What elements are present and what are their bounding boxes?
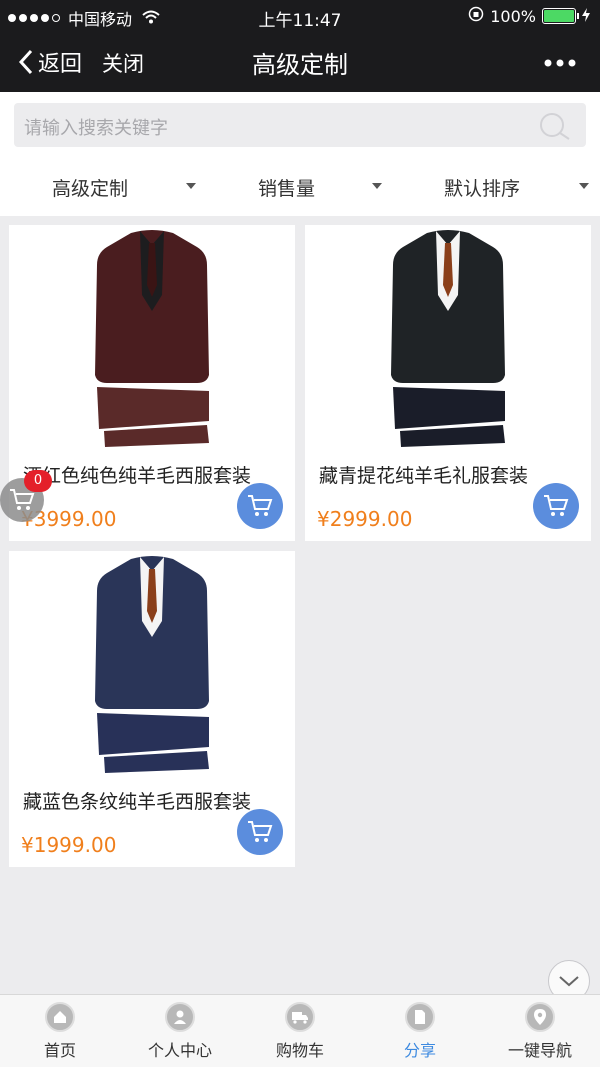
search-section: 请输入搜索关键字	[0, 92, 600, 154]
search-icon[interactable]	[538, 112, 572, 144]
filter-bar: 高级定制 销售量 默认排序	[0, 154, 600, 216]
location-pin-icon	[525, 1002, 555, 1032]
product-image	[391, 230, 505, 447]
tab-share[interactable]: 分享	[360, 995, 480, 1067]
battery-icon	[542, 8, 579, 24]
product-price: ¥2999.00	[317, 507, 413, 531]
charging-icon	[582, 7, 590, 26]
product-card[interactable]: 酒红色纯色纯羊毛西服套装 ¥3999.00	[9, 225, 295, 541]
tab-label: 一键导航	[507, 1041, 572, 1060]
chevron-down-icon	[372, 183, 382, 189]
product-name: 酒红色纯色纯羊毛西服套装	[23, 465, 252, 487]
product-price: ¥1999.00	[21, 833, 117, 857]
title-bar: 返回 关闭 高级定制	[0, 32, 600, 92]
cart-icon	[544, 495, 569, 516]
cart-icon	[248, 495, 273, 516]
filter-category-label: 高级定制	[52, 178, 129, 200]
page-title: 高级定制	[252, 51, 348, 79]
truck-icon	[285, 1002, 315, 1032]
tab-profile[interactable]: 个人中心	[120, 995, 240, 1067]
filter-sales[interactable]: 销售量	[258, 174, 315, 201]
share-icon	[405, 1002, 435, 1032]
product-name: 藏青提花纯羊毛礼服套装	[319, 465, 529, 487]
chevron-down-icon	[579, 183, 589, 189]
home-icon	[45, 1002, 75, 1032]
status-bar: 中国移动 上午11:47 100%	[0, 0, 600, 32]
chevron-down-icon	[559, 976, 579, 987]
orientation-lock-icon	[468, 6, 484, 26]
product-name: 藏蓝色条纹纯羊毛西服套装	[23, 791, 252, 813]
product-card[interactable]: 藏蓝色条纹纯羊毛西服套装 ¥1999.00	[9, 551, 295, 867]
cart-icon	[248, 821, 273, 842]
tab-label: 分享	[403, 1041, 436, 1060]
tab-home[interactable]: 首页	[0, 995, 120, 1067]
filter-sales-label: 销售量	[258, 178, 316, 200]
filter-category[interactable]: 高级定制	[52, 174, 128, 201]
search-placeholder: 请输入搜索关键字	[24, 118, 168, 139]
add-to-cart-button[interactable]	[237, 809, 283, 855]
filter-sort[interactable]: 默认排序	[444, 174, 520, 201]
tab-label: 首页	[43, 1041, 76, 1060]
tab-label: 购物车	[275, 1041, 324, 1060]
tab-navigation[interactable]: 一键导航	[480, 995, 600, 1067]
battery-percent: 100%	[490, 6, 536, 26]
bottom-tab-bar: 首页 个人中心 购物车 分享 一键导航	[0, 994, 600, 1067]
tab-label: 个人中心	[147, 1041, 212, 1060]
product-image	[95, 556, 209, 773]
filter-sort-label: 默认排序	[444, 178, 521, 200]
cart-count-badge: 0	[24, 470, 52, 492]
product-image	[95, 230, 209, 447]
add-to-cart-button[interactable]	[237, 483, 283, 529]
more-dots-icon[interactable]	[544, 48, 576, 73]
search-input[interactable]: 请输入搜索关键字	[14, 103, 586, 147]
add-to-cart-button[interactable]	[533, 483, 579, 529]
tab-cart[interactable]: 购物车	[240, 995, 360, 1067]
user-icon	[165, 1002, 195, 1032]
product-card[interactable]: 藏青提花纯羊毛礼服套装 ¥2999.00	[305, 225, 591, 541]
chevron-down-icon	[186, 183, 196, 189]
